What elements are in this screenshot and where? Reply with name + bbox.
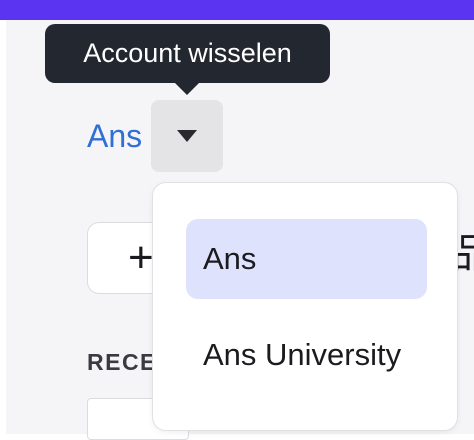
- account-dropdown-menu: Ans Ans University: [152, 182, 458, 431]
- account-option-ans-university[interactable]: Ans University: [186, 315, 427, 395]
- account-switch-tooltip: Account wisselen: [45, 24, 330, 83]
- top-bar: [0, 0, 474, 20]
- account-option-ans[interactable]: Ans: [186, 219, 427, 299]
- recent-section-label: RECE: [87, 349, 157, 375]
- tooltip-arrow: [175, 83, 199, 95]
- plus-icon: +: [128, 233, 154, 282]
- caret-down-icon: [177, 130, 197, 142]
- account-switch-button[interactable]: [151, 100, 223, 172]
- account-name[interactable]: Ans: [87, 117, 142, 155]
